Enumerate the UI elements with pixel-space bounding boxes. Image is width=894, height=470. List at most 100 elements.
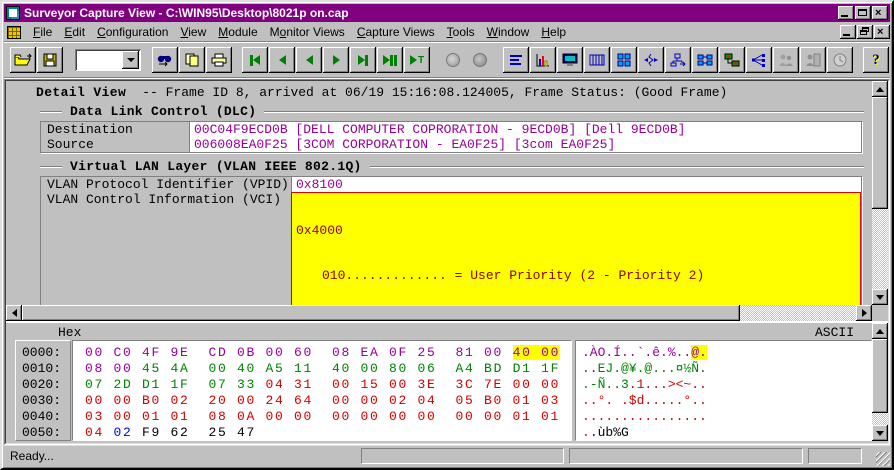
menu-help[interactable]: Help <box>535 23 572 41</box>
table-row[interactable]: Source 006008EA0F25 [3COM CORPORATION - … <box>41 137 861 152</box>
prev-marked-frame-button[interactable] <box>269 47 295 73</box>
expert-view-button[interactable] <box>773 47 799 73</box>
document-system-icon[interactable] <box>7 26 21 39</box>
resize-grip[interactable] <box>876 452 890 466</box>
scroll-down-button[interactable] <box>872 425 888 441</box>
first-frame-icon <box>250 55 260 66</box>
hex-body: 0000:0010:0020:0030:0040:0050: 00 C0 4F … <box>6 340 872 441</box>
menu-configuration[interactable]: Configuration <box>91 23 174 41</box>
people-icon <box>778 53 794 67</box>
menu-window[interactable]: Window <box>481 23 536 41</box>
hex-bytes-column[interactable]: 00 C0 4F 9E CD 0B 00 60 08 EA 0F 25 81 0… <box>72 340 572 441</box>
scroll-up-button[interactable] <box>872 81 888 97</box>
find-button[interactable] <box>152 47 178 73</box>
filter-combobox[interactable] <box>75 49 141 71</box>
client-area: Detail View -- Frame ID 8, arrived at 06… <box>4 79 890 445</box>
stop-button[interactable] <box>467 47 493 73</box>
toolbar: T <box>4 43 890 78</box>
table-row[interactable]: Destination 00C04F9ECD0B [DELL COMPUTER … <box>41 122 861 137</box>
copy-button[interactable] <box>179 47 205 73</box>
matrix-view-button[interactable] <box>719 47 745 73</box>
app-icon[interactable] <box>6 6 20 20</box>
chart-view-button[interactable] <box>530 47 556 73</box>
ascii-line: ..ùb%G <box>582 425 871 441</box>
first-frame-button[interactable] <box>242 47 268 73</box>
capture-view-button[interactable] <box>557 47 583 73</box>
next-frame-button[interactable] <box>323 47 349 73</box>
fence-view-button[interactable] <box>584 47 610 73</box>
summary-lines-icon <box>509 53 523 67</box>
protocol-tree-button[interactable] <box>665 47 691 73</box>
menu-file[interactable]: File <box>27 23 58 41</box>
record-button[interactable] <box>440 47 466 73</box>
combobox-dropdown-button[interactable] <box>122 51 139 69</box>
summary-view-button[interactable] <box>503 47 529 73</box>
print-button[interactable] <box>206 47 232 73</box>
mdi-minimize-button[interactable] <box>840 25 856 39</box>
menu-edit[interactable]: Edit <box>58 23 91 41</box>
minimize-button[interactable] <box>838 6 854 20</box>
menu-tools[interactable]: Tools <box>441 23 481 41</box>
menu-view[interactable]: View <box>174 23 212 41</box>
mdi-restore-button[interactable] <box>857 25 873 39</box>
truncate-frames-button[interactable] <box>638 47 664 73</box>
question-mark-icon: ? <box>872 52 880 69</box>
table-row[interactable]: VLAN Protocol Identifier (VPID) 0x8100 <box>41 177 861 192</box>
bar-chart-icon <box>536 53 550 67</box>
scrollbar-thumb[interactable] <box>872 97 888 209</box>
scroll-up-button[interactable] <box>872 323 888 339</box>
hex-vertical-scrollbar[interactable] <box>872 323 888 441</box>
ascii-line: ..EJ.@¥.@...¤½Ñ. <box>582 361 871 377</box>
map-lines-icon <box>751 53 767 67</box>
printer-icon <box>211 53 227 67</box>
ascii-line: .ÀO.Í..`.ê.%..@. <box>582 345 871 361</box>
table-row[interactable]: VLAN Control Information (VCI) 0x4000 01… <box>41 192 861 305</box>
host-view-button[interactable] <box>800 47 826 73</box>
menu-capture-views[interactable]: Capture Views <box>351 23 441 41</box>
section-header-vlan: Virtual LAN Layer (VLAN IEEE 802.1Q) <box>40 159 864 173</box>
ascii-column-header: ASCII <box>815 325 854 340</box>
clock-icon <box>833 53 847 67</box>
stop-icon <box>473 53 487 67</box>
scrollbar-thumb[interactable] <box>22 305 740 321</box>
scrollbar-thumb[interactable] <box>872 339 888 413</box>
next-marked-frame-button[interactable] <box>350 47 376 73</box>
scroll-down-button[interactable] <box>872 289 888 305</box>
timer-button[interactable] <box>827 47 853 73</box>
ascii-column[interactable]: .ÀO.Í..`.ê.%..@...EJ.@¥.@...¤½Ñ..-Ñ..3.1… <box>575 340 872 441</box>
save-button[interactable] <box>37 47 63 73</box>
last-frame-button[interactable] <box>377 47 403 73</box>
detail-view-header: Detail View -- Frame ID 8, arrived at 06… <box>36 85 864 100</box>
scrollbar-corner <box>872 305 888 321</box>
chevron-down-icon <box>127 58 135 66</box>
vci-highlighted-value[interactable]: 0x4000 010............. = User Priority … <box>291 192 861 305</box>
floppy-disk-icon <box>43 53 57 67</box>
goto-trigger-button[interactable]: T <box>404 47 430 73</box>
title-bar[interactable]: Surveyor Capture View - C:\WIN95\Desktop… <box>4 4 890 22</box>
scroll-left-button[interactable] <box>6 305 22 321</box>
hex-line: 07 2D D1 1F 07 33 04 31 00 15 00 3E 3C 7… <box>85 377 571 393</box>
mdi-close-button[interactable]: × <box>874 25 890 39</box>
detail-view-title: Detail View <box>36 85 134 100</box>
open-file-button[interactable] <box>10 47 36 73</box>
maximize-button[interactable] <box>855 6 871 20</box>
minimize-icon <box>841 15 848 17</box>
detail-vertical-scrollbar[interactable] <box>872 81 888 305</box>
hex-column-header: Hex <box>58 325 815 340</box>
menu-module[interactable]: Module <box>212 23 263 41</box>
menu-monitor-views[interactable]: Monitor Views <box>264 23 351 41</box>
prev-frame-button[interactable] <box>296 47 322 73</box>
close-button[interactable]: × <box>872 6 888 20</box>
conversation-view-button[interactable] <box>692 47 718 73</box>
next-frame-icon <box>333 55 340 65</box>
monitor-icon <box>562 53 578 67</box>
scroll-right-button[interactable] <box>856 305 872 321</box>
tile-view-button[interactable] <box>611 47 637 73</box>
dlc-destination-label: Destination <box>41 122 189 137</box>
filter-combobox-value[interactable] <box>75 49 120 71</box>
help-button[interactable]: ? <box>863 47 889 73</box>
copy-icon <box>185 53 199 67</box>
hex-offset: 0040: <box>22 409 70 425</box>
map-view-button[interactable] <box>746 47 772 73</box>
detail-horizontal-scrollbar[interactable] <box>6 305 872 321</box>
